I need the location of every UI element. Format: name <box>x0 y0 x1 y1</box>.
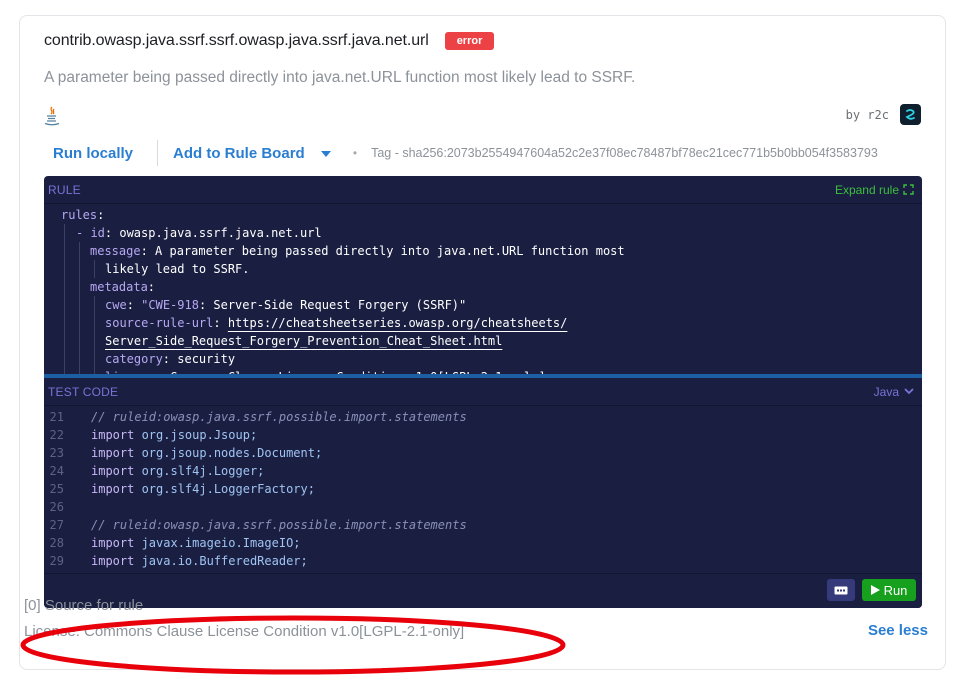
run-label: Run <box>883 582 908 598</box>
yaml-line: cwe: "CWE-918: Server-Side Request Forge… <box>105 298 467 312</box>
rule-title: contrib.owasp.java.ssrf.ssrf.owasp.java.… <box>44 32 429 49</box>
code-line: 24 import org.slf4j.Logger; <box>44 462 922 480</box>
line-number: 27 <box>49 518 64 532</box>
line-number: 22 <box>49 428 64 442</box>
rule-description: A parameter being passed directly into j… <box>44 69 636 86</box>
expand-icon <box>903 184 914 195</box>
source-rule-url-link[interactable]: https://cheatsheetseries.owasp.org/cheat… <box>228 316 568 330</box>
code-identifier: org.slf4j.Logger; <box>141 464 265 478</box>
play-icon <box>870 585 880 595</box>
keyboard-icon <box>834 586 848 594</box>
code-keyword: import <box>91 536 142 550</box>
line-number: 21 <box>49 410 64 424</box>
code-line: 26 <box>44 498 922 516</box>
add-to-rule-board-label: Add to Rule Board <box>173 144 305 162</box>
line-number: 23 <box>49 446 64 460</box>
yaml-line: category: security <box>105 352 236 366</box>
code-keyword: import <box>91 446 142 460</box>
keyboard-shortcuts-button[interactable] <box>827 579 855 601</box>
run-button[interactable]: Run <box>862 579 916 601</box>
code-keyword: import <box>91 482 142 496</box>
rule-pane: RULE Expand rule rules: - id: owasp.java… <box>44 176 922 376</box>
r2c-logo <box>900 104 921 125</box>
yaml-line: metadata: <box>90 280 156 294</box>
yaml-line: source-rule-url: https://cheatsheetserie… <box>105 316 568 330</box>
test-pane-label: TEST CODE <box>48 384 119 399</box>
code-identifier: java.io.BufferedReader; <box>141 554 308 568</box>
code-line: 27 // ruleid:owasp.java.ssrf.possible.imp… <box>44 516 922 534</box>
line-number: 24 <box>49 464 64 478</box>
yaml-line: Server_Side_Request_Forgery_Prevention_C… <box>44 332 922 350</box>
code-line: 28 import javax.imageio.ImageIO; <box>44 534 922 552</box>
yaml-line: rules: <box>61 208 105 222</box>
line-number: 25 <box>49 482 64 496</box>
see-less-button[interactable]: See less <box>868 622 928 639</box>
code-identifier: org.jsoup.nodes.Document; <box>141 446 323 460</box>
code-comment: // ruleid:owasp.java.ssrf.possible.impor… <box>91 518 467 532</box>
separator-dot: • <box>352 146 358 160</box>
code-line: 21 // ruleid:owasp.java.ssrf.possible.imp… <box>44 408 922 426</box>
line-number: 26 <box>49 500 64 514</box>
code-identifier: org.jsoup.Jsoup; <box>141 428 258 442</box>
rule-yaml[interactable]: rules: - id: owasp.java.ssrf.java.net.ur… <box>44 206 922 376</box>
author-label: by r2c <box>845 108 889 122</box>
code-keyword: import <box>91 464 142 478</box>
title-row: contrib.owasp.java.ssrf.ssrf.owasp.java.… <box>44 32 495 50</box>
language-label: Java <box>873 384 899 399</box>
license-text: License: Commons Clause License Conditio… <box>24 623 465 640</box>
severity-badge: error <box>444 32 495 50</box>
source-rule-url-link-cont[interactable]: Server_Side_Request_Forgery_Prevention_C… <box>105 334 502 348</box>
rule-pane-header: RULE Expand rule <box>44 176 922 204</box>
rule-editor: RULE Expand rule rules: - id: owasp.java… <box>44 176 922 608</box>
r2c-logo-icon <box>905 109 915 120</box>
line-number: 28 <box>49 536 64 550</box>
add-to-rule-board-button[interactable]: Add to Rule Board <box>173 145 331 162</box>
chevron-down-icon <box>904 388 914 395</box>
code-identifier: javax.imageio.ImageIO; <box>141 536 301 550</box>
test-pane-header: TEST CODE Java <box>44 378 922 406</box>
actions-bar: Run locally Add to Rule Board • Tag - sh… <box>44 138 878 168</box>
yaml-line: - id: owasp.java.ssrf.java.net.url <box>76 226 322 240</box>
code-line: 25 import org.slf4j.LoggerFactory; <box>44 480 922 498</box>
code-identifier: org.slf4j.LoggerFactory; <box>141 482 315 496</box>
code-keyword: import <box>91 554 142 568</box>
code-keyword: import <box>91 428 142 442</box>
line-number: 29 <box>49 554 64 568</box>
code-line: 23 import org.jsoup.nodes.Document; <box>44 444 922 462</box>
code-line: 29 import java.io.BufferedReader; <box>44 552 922 570</box>
yaml-line: likely lead to SSRF. <box>105 262 250 276</box>
code-line: 22 import org.jsoup.Jsoup; <box>44 426 922 444</box>
code-comment: // ruleid:owasp.java.ssrf.possible.impor… <box>91 410 467 424</box>
editor-toolbar: Run <box>44 573 922 608</box>
run-locally-button[interactable]: Run locally <box>44 145 143 162</box>
expand-rule-button[interactable]: Expand rule <box>835 183 914 197</box>
rule-pane-label: RULE <box>48 182 81 197</box>
chevron-down-icon[interactable] <box>320 150 331 157</box>
language-select[interactable]: Java <box>874 385 914 399</box>
source-link[interactable]: [0] Source for rule <box>24 597 143 614</box>
test-code-editor[interactable]: 21 // ruleid:owasp.java.ssrf.possible.imp… <box>44 408 922 570</box>
expand-rule-label: Expand rule <box>834 182 899 197</box>
yaml-line: message: A parameter being passed direct… <box>90 244 625 258</box>
tag-hash: Tag - sha256:2073b2554947604a52c2e37f08e… <box>371 146 878 160</box>
java-icon <box>44 106 60 126</box>
actions-divider <box>157 140 159 166</box>
